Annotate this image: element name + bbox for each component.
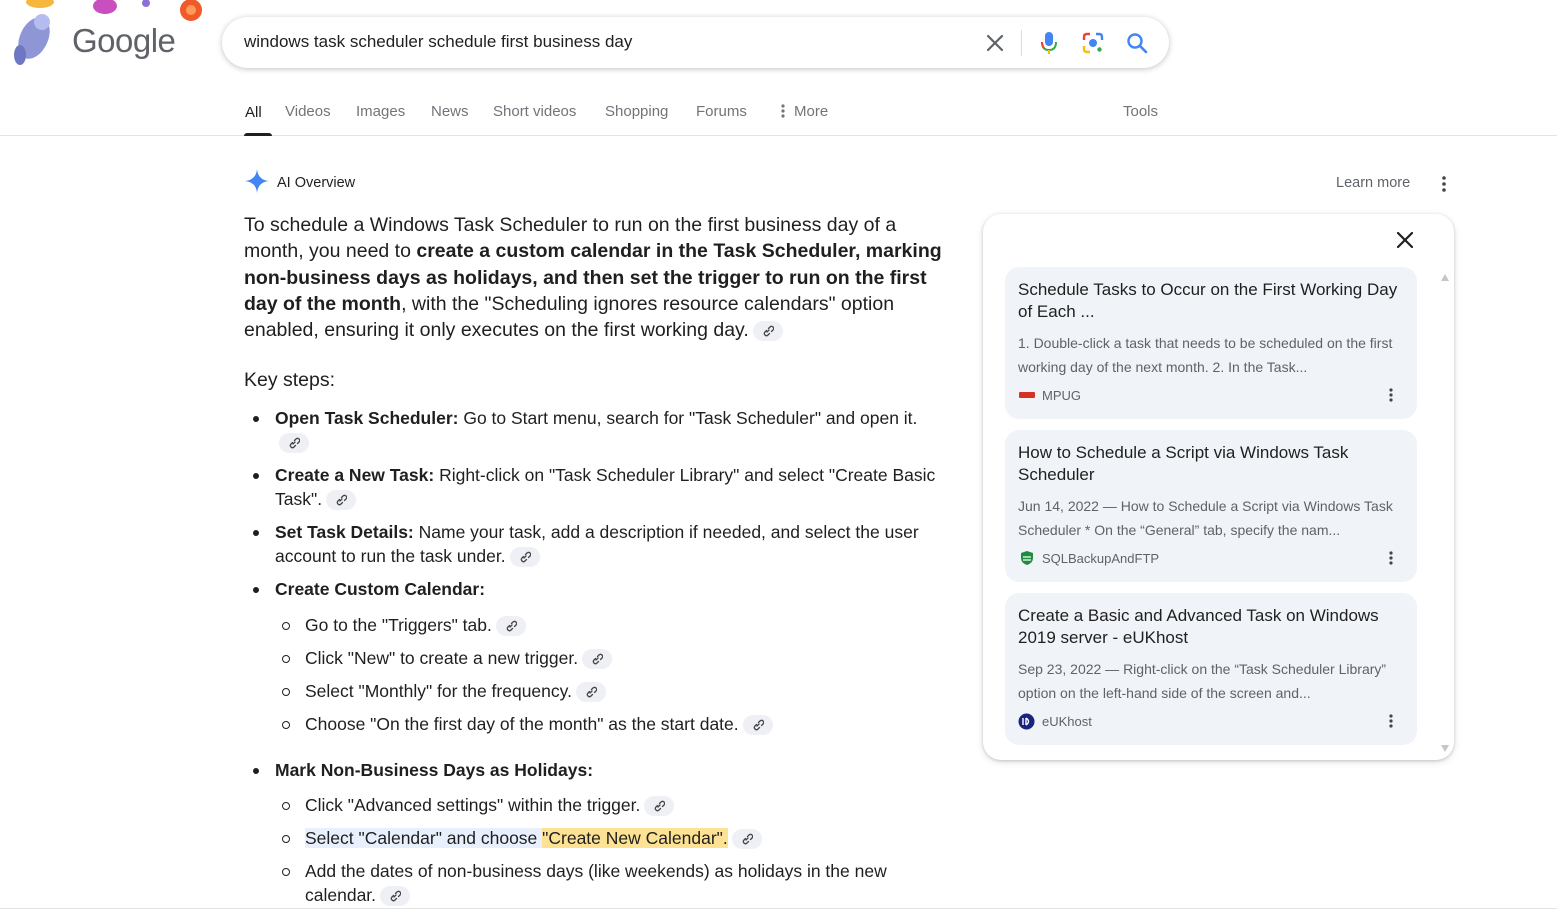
divider xyxy=(0,908,1557,909)
source-card[interactable]: Create a Basic and Advanced Task on Wind… xyxy=(1005,593,1417,745)
steps-list: Open Task Scheduler: Go to Start menu, s… xyxy=(244,406,944,907)
tab-images[interactable]: Images xyxy=(356,103,405,139)
scroll-up-icon[interactable] xyxy=(1441,274,1449,281)
substep-text: Select "Calendar" and choose xyxy=(305,828,543,848)
list-item: Go to the "Triggers" tab. xyxy=(244,613,944,637)
sparkle-icon xyxy=(244,168,270,199)
substep-text: Click "New" to create a new trigger. xyxy=(305,648,579,668)
list-item: Set Task Details: Name your task, add a … xyxy=(244,520,944,568)
step-title: Create a New Task: xyxy=(275,465,435,485)
list-item: Select "Calendar" and choose "Create New… xyxy=(244,826,944,850)
highlighted-text: "Create New Calendar". xyxy=(542,828,728,848)
lens-icon[interactable] xyxy=(1080,30,1106,56)
link-icon[interactable] xyxy=(380,886,411,907)
learn-more-link[interactable]: Learn more xyxy=(1336,175,1410,191)
search-input[interactable] xyxy=(244,29,964,55)
google-logo[interactable]: Google xyxy=(72,22,176,60)
tab-videos[interactable]: Videos xyxy=(285,103,331,139)
source-title[interactable]: Schedule Tasks to Occur on the First Wor… xyxy=(1018,279,1403,323)
tab-short-videos[interactable]: Short videos xyxy=(493,103,576,139)
substep-text: Select "Monthly" for the frequency. xyxy=(305,681,572,701)
ai-overview-header: AI Overview xyxy=(244,168,356,199)
source-snippet: Jun 14, 2022 — How to Schedule a Script … xyxy=(1018,498,1393,538)
source-options-icon[interactable] xyxy=(1383,711,1399,731)
tools-button[interactable]: Tools xyxy=(1123,103,1158,139)
ai-overview-intro: To schedule a Windows Task Scheduler to … xyxy=(244,212,944,343)
sources-panel: Schedule Tasks to Occur on the First Wor… xyxy=(983,214,1454,760)
link-icon[interactable] xyxy=(509,547,540,568)
microphone-icon[interactable] xyxy=(1036,30,1062,56)
list-item: Add the dates of non-business days (like… xyxy=(244,859,944,907)
list-item: Open Task Scheduler: Go to Start menu, s… xyxy=(244,406,944,454)
mpug-favicon-icon xyxy=(1018,387,1035,404)
key-steps-heading: Key steps: xyxy=(244,369,336,391)
link-icon[interactable] xyxy=(575,682,606,703)
eukhost-favicon-icon xyxy=(1018,713,1035,730)
step-title: Open Task Scheduler: xyxy=(275,408,459,428)
source-options-icon[interactable] xyxy=(1383,548,1399,568)
link-icon[interactable] xyxy=(644,796,675,817)
shield-icon xyxy=(1018,550,1035,567)
list-item: Choose "On the first day of the month" a… xyxy=(244,712,944,736)
search-icon[interactable] xyxy=(1124,30,1150,56)
substep-text: Choose "On the first day of the month" a… xyxy=(305,714,739,734)
link-icon[interactable] xyxy=(742,715,773,736)
list-item: Click "New" to create a new trigger. xyxy=(244,646,944,670)
source-site-name: SQLBackupAndFTP xyxy=(1042,550,1160,566)
link-icon[interactable] xyxy=(731,829,762,850)
source-site: MPUG xyxy=(1018,385,1081,405)
more-menu-icon[interactable] xyxy=(781,104,785,140)
header: Google All xyxy=(0,0,1557,136)
source-options-icon[interactable] xyxy=(1383,385,1399,405)
link-icon[interactable] xyxy=(582,649,613,670)
source-site: eUKhost xyxy=(1018,711,1092,731)
list-item: Click "Advanced settings" within the tri… xyxy=(244,793,944,817)
step-title: Create Custom Calendar: xyxy=(275,579,486,599)
intro-paragraph: To schedule a Windows Task Scheduler to … xyxy=(244,212,944,343)
step-title: Mark Non-Business Days as Holidays: xyxy=(275,760,594,780)
tab-all[interactable]: All xyxy=(244,100,272,136)
search-divider xyxy=(1021,30,1022,56)
tab-shopping[interactable]: Shopping xyxy=(605,103,668,139)
link-icon[interactable] xyxy=(326,490,357,511)
source-card[interactable]: Schedule Tasks to Occur on the First Wor… xyxy=(1005,267,1417,419)
source-site-name: MPUG xyxy=(1042,387,1081,403)
ai-overview-label: AI Overview xyxy=(277,175,356,191)
step-text: Go to Start menu, search for "Task Sched… xyxy=(458,408,918,428)
scroll-down-icon[interactable] xyxy=(1441,745,1449,752)
source-site: SQLBackupAndFTP xyxy=(1018,548,1159,568)
close-icon[interactable] xyxy=(982,30,1008,56)
list-item: Mark Non-Business Days as Holidays: xyxy=(244,758,944,782)
substep-text: Click "Advanced settings" within the tri… xyxy=(305,795,641,815)
link-icon[interactable] xyxy=(495,616,526,637)
list-item: Create Custom Calendar: xyxy=(244,577,944,601)
source-site-name: eUKhost xyxy=(1042,713,1092,729)
source-title[interactable]: How to Schedule a Script via Windows Tas… xyxy=(1018,442,1403,486)
link-icon[interactable] xyxy=(279,433,309,454)
list-item: Create a New Task: Right-click on "Task … xyxy=(244,463,944,511)
search-box[interactable] xyxy=(222,17,1169,68)
list-item: Select "Monthly" for the frequency. xyxy=(244,679,944,703)
source-card[interactable]: How to Schedule a Script via Windows Tas… xyxy=(1005,430,1417,582)
tab-forums[interactable]: Forums xyxy=(696,103,747,139)
step-title: Set Task Details: xyxy=(275,522,414,542)
tab-news[interactable]: News xyxy=(431,103,469,139)
overview-options-icon[interactable] xyxy=(1432,172,1456,196)
close-icon[interactable] xyxy=(1393,228,1417,252)
source-snippet: Sep 23, 2022 — Right-click on the “Task … xyxy=(1018,661,1387,701)
source-title[interactable]: Create a Basic and Advanced Task on Wind… xyxy=(1018,605,1403,649)
substep-text: Go to the "Triggers" tab. xyxy=(305,615,492,635)
link-icon[interactable] xyxy=(752,321,783,342)
tab-more[interactable]: More xyxy=(794,103,828,139)
source-snippet: 1. Double-click a task that needs to be … xyxy=(1018,335,1393,375)
